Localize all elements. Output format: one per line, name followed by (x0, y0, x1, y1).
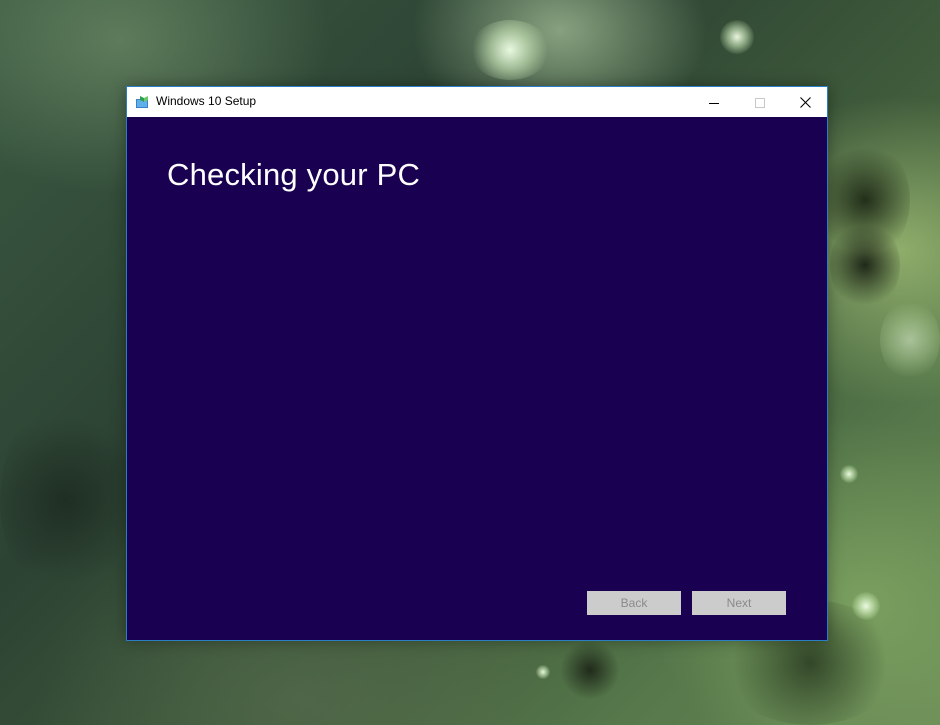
wallpaper-light (880, 300, 940, 380)
title-bar[interactable]: Windows 10 Setup (127, 87, 827, 117)
setup-window: Windows 10 Setup Checking your PC Back N… (126, 86, 828, 641)
maximize-icon (755, 93, 765, 112)
back-button[interactable]: Back (587, 591, 681, 615)
wallpaper-shape (560, 640, 620, 700)
close-button[interactable] (782, 87, 828, 117)
wallpaper-light (720, 20, 754, 54)
close-icon (799, 93, 811, 112)
wallpaper-shape (830, 220, 900, 310)
wallpaper-light (840, 465, 858, 483)
next-button[interactable]: Next (692, 591, 786, 615)
minimize-button[interactable] (691, 87, 737, 117)
wallpaper-light (852, 592, 880, 620)
page-heading: Checking your PC (167, 157, 421, 192)
window-title: Windows 10 Setup (156, 94, 257, 108)
wallpaper-light (536, 665, 550, 679)
wallpaper-shape (0, 400, 130, 600)
minimize-icon (709, 93, 719, 112)
wallpaper-light (470, 20, 550, 80)
windows-setup-icon (136, 94, 150, 108)
maximize-button (737, 87, 783, 117)
desktop-wallpaper: Windows 10 Setup Checking your PC Back N… (0, 0, 940, 725)
